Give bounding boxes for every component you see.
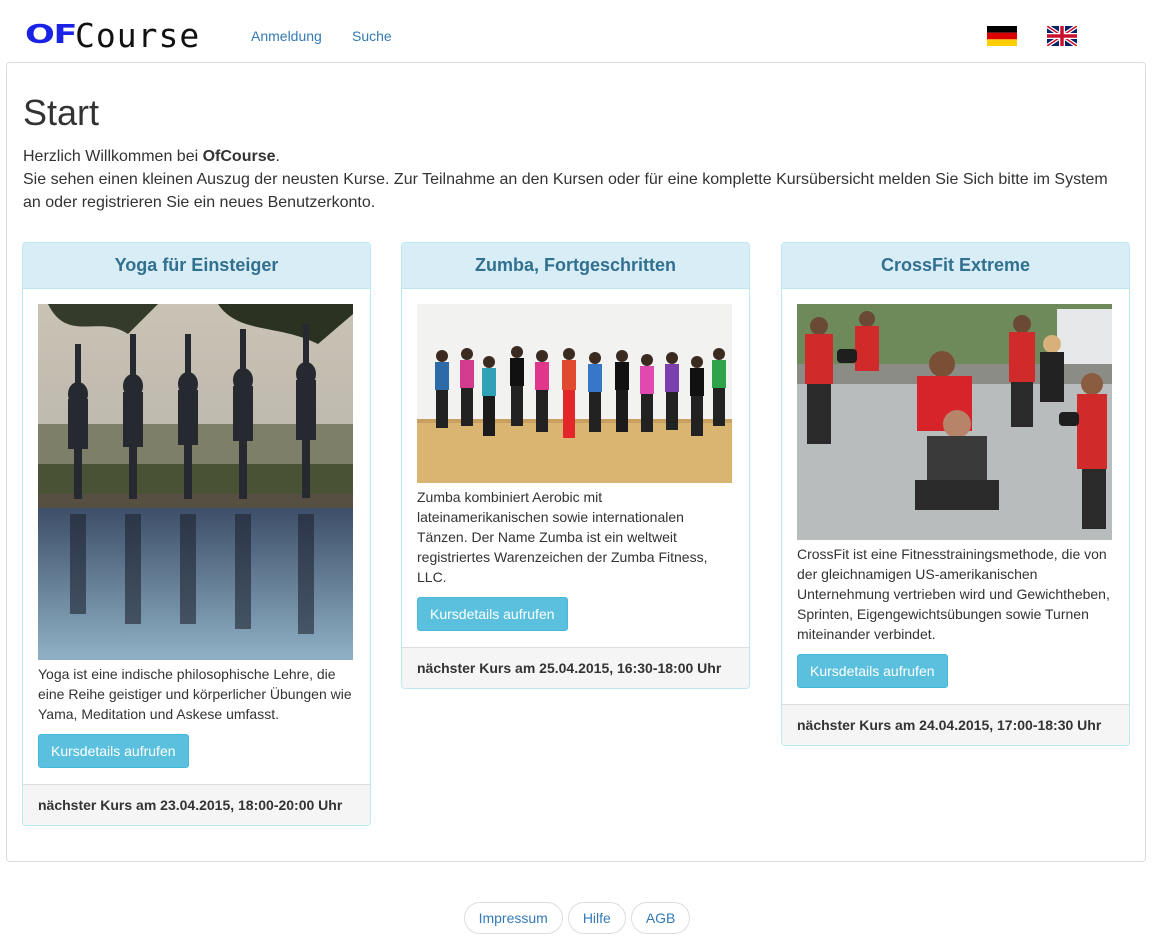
course-card-crossfit: CrossFit Extreme CrossFit ist eine Fitne… (781, 242, 1130, 746)
crossfit-photo (797, 304, 1112, 540)
page-title: Start (23, 92, 100, 133)
course-next-date: nächster Kurs am 24.04.2015, 17:00-18:30… (782, 704, 1129, 745)
course-next-date: nächster Kurs am 23.04.2015, 18:00-20:00… (23, 784, 370, 825)
footer-impressum-link[interactable]: Impressum (463, 902, 563, 934)
german-flag-icon[interactable] (987, 26, 1017, 46)
footer-help-link[interactable]: Hilfe (567, 902, 626, 934)
course-title: Zumba, Fortgeschritten (402, 243, 749, 289)
yoga-photo (38, 304, 353, 660)
intro-paragraph: Sie sehen einen kleinen Auszug der neust… (23, 171, 1108, 211)
logo-of-mark: OF (25, 20, 77, 50)
course-title: Yoga für Einsteiger (23, 243, 370, 289)
course-details-button[interactable]: Kursdetails aufrufen (417, 597, 568, 631)
course-card-zumba: Zumba, Fortgeschritten Zumba kombiniert … (401, 242, 750, 689)
course-next-date: nächster Kurs am 25.04.2015, 16:30-18:00… (402, 647, 749, 688)
logo-course-text: Course (75, 15, 201, 55)
uk-flag-icon[interactable] (1047, 26, 1077, 46)
main-panel: Start Herzlich Willkommen bei OfCourse. … (6, 62, 1146, 862)
course-description: Yoga ist eine indische philosophische Le… (38, 666, 352, 722)
top-navbar: OF Course Anmeldung Suche (0, 0, 1154, 62)
nav-login-link[interactable]: Anmeldung (251, 28, 322, 44)
course-description: Zumba kombiniert Aerobic mit lateinameri… (417, 489, 708, 585)
intro-brand: OfCourse (202, 148, 276, 165)
nav-search-link[interactable]: Suche (352, 28, 392, 44)
ofcourse-logo[interactable]: OF Course (25, 18, 200, 52)
course-body: Yoga ist eine indische philosophische Le… (23, 289, 370, 784)
course-title: CrossFit Extreme (782, 243, 1129, 289)
intro-text: Herzlich Willkommen bei OfCourse. Sie se… (23, 145, 1123, 214)
course-body: Zumba kombiniert Aerobic mit lateinameri… (402, 289, 749, 647)
course-description: CrossFit ist eine Fitnesstrainingsmethod… (797, 546, 1110, 642)
intro-greeting-line: Herzlich Willkommen bei OfCourse. (23, 145, 1123, 168)
course-body: CrossFit ist eine Fitnesstrainingsmethod… (782, 289, 1129, 704)
course-details-button[interactable]: Kursdetails aufrufen (38, 734, 189, 768)
course-card-yoga: Yoga für Einsteiger Yoga ist eine indisc… (22, 242, 371, 826)
intro-greeting: Herzlich Willkommen bei (23, 148, 203, 165)
zumba-photo (417, 304, 732, 483)
footer-links: Impressum Hilfe AGB (0, 902, 1154, 934)
footer-agb-link[interactable]: AGB (630, 902, 691, 934)
course-details-button[interactable]: Kursdetails aufrufen (797, 654, 948, 688)
intro-greeting-end: . (275, 148, 280, 165)
